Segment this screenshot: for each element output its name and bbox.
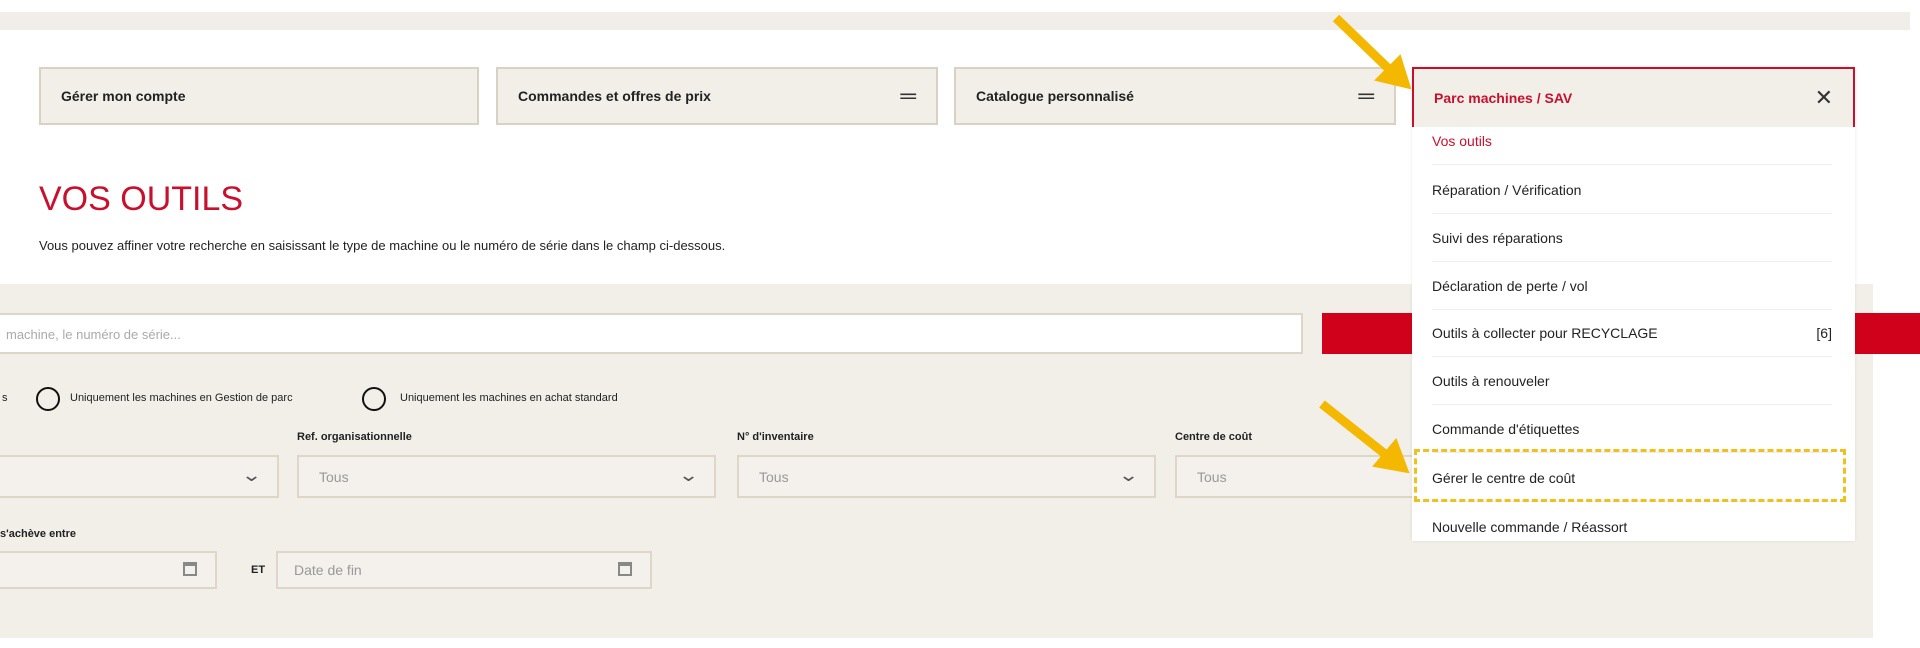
arrow-icon [1332, 14, 1412, 90]
annotation-arrows [1319, 14, 1412, 474]
arrow-icon [1319, 400, 1410, 474]
